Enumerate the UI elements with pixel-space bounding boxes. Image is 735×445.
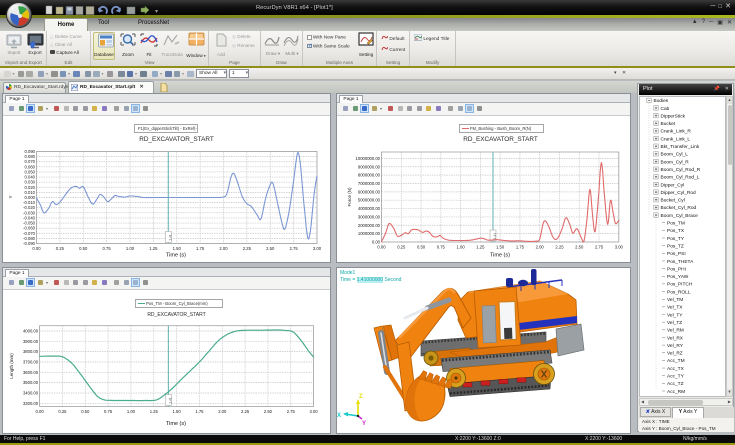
- svg-text:Crank_Link_R: Crank_Link_R: [661, 129, 692, 135]
- svg-text:Acc_RM: Acc_RM: [667, 389, 685, 395]
- svg-text:Acc_TZ: Acc_TZ: [667, 381, 684, 387]
- svg-text:Vel_TX: Vel_TX: [667, 305, 683, 311]
- svg-text:Vel_RZ: Vel_RZ: [667, 351, 683, 357]
- svg-text:Vel_RM: Vel_RM: [667, 328, 684, 334]
- svg-text:Vel_TM: Vel_TM: [667, 297, 683, 303]
- svg-text:Pos_PITCH: Pos_PITCH: [667, 282, 693, 288]
- svg-text:Pos_YAW: Pos_YAW: [667, 274, 689, 280]
- svg-text:Boom_Cyl_Brace: Boom_Cyl_Brace: [661, 213, 699, 219]
- svg-text:Pos_TM: Pos_TM: [667, 221, 685, 227]
- svg-text:Pos_PSI: Pos_PSI: [667, 251, 686, 257]
- svg-text:Pos_ROLL: Pos_ROLL: [667, 289, 691, 295]
- svg-text:Pos_THETA: Pos_THETA: [667, 259, 694, 265]
- svg-text:Acc_TM: Acc_TM: [667, 358, 685, 364]
- svg-text:Dipper_Cyl: Dipper_Cyl: [661, 182, 685, 188]
- svg-text:Pos_TY: Pos_TY: [667, 236, 685, 242]
- svg-text:Crank_Link_L: Crank_Link_L: [661, 136, 691, 142]
- svg-text:Vel_TY: Vel_TY: [667, 312, 683, 318]
- svg-text:Dipper_Cyl_Rod: Dipper_Cyl_Rod: [661, 190, 697, 196]
- svg-text:Pos_PHI: Pos_PHI: [667, 266, 686, 272]
- svg-text:Cab: Cab: [661, 106, 670, 112]
- svg-text:Pos_TZ: Pos_TZ: [667, 243, 684, 249]
- svg-text:Bucket: Bucket: [661, 121, 676, 127]
- svg-text:Bucket_Cyl_Rod: Bucket_Cyl_Rod: [661, 205, 697, 211]
- svg-text:Vel_TZ: Vel_TZ: [667, 320, 682, 326]
- svg-text:Pos_TX: Pos_TX: [667, 228, 685, 234]
- svg-text:Vel_RY: Vel_RY: [667, 343, 684, 349]
- svg-text:DipperStick: DipperStick: [661, 113, 686, 119]
- svg-text:Boom_Cyl_R: Boom_Cyl_R: [661, 159, 690, 165]
- svg-text:Boom_Cyl_Rod_R: Boom_Cyl_Rod_R: [661, 167, 701, 173]
- svg-text:Boom_Cyl_Rod_L: Boom_Cyl_Rod_L: [661, 175, 700, 181]
- svg-text:Acc_TX: Acc_TX: [667, 366, 685, 372]
- svg-text:Bodies: Bodies: [654, 98, 669, 104]
- svg-text:Boom_Cyl_L: Boom_Cyl_L: [661, 152, 689, 158]
- svg-text:Vel_RX: Vel_RX: [667, 335, 684, 341]
- svg-text:Bkt_Transfer_Link: Bkt_Transfer_Link: [661, 144, 700, 150]
- svg-text:Acc_TY: Acc_TY: [667, 374, 685, 380]
- svg-text:Bucket_Cyl: Bucket_Cyl: [661, 198, 685, 204]
